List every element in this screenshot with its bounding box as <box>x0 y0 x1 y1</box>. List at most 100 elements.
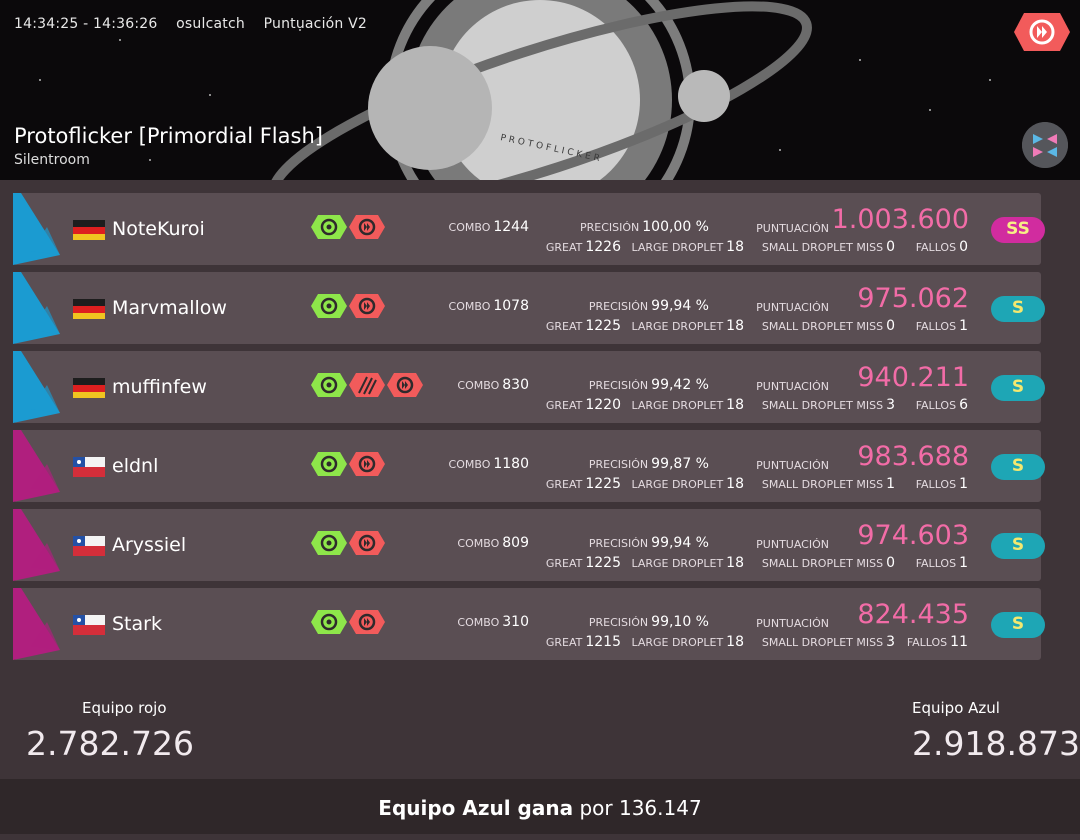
misses-stat-value: 1 <box>959 476 968 492</box>
player-row: NoteKuroi COMBO 1244 PRECISIÓN 100,00 % GREAT… <box>13 193 1045 265</box>
no-fail-mod-icon <box>311 294 347 318</box>
misses-stat: FALLOS 1 <box>916 476 968 492</box>
accuracy-stat: PRECISIÓN 99,10 % <box>589 614 709 630</box>
large-droplet-stat-value: 18 <box>726 239 744 255</box>
small-droplet-miss-stat: SMALL DROPLET MISS 0 <box>762 239 895 255</box>
score-label: PUNTUACIÓN <box>756 380 829 393</box>
no-fail-mod-icon <box>311 531 347 555</box>
great-stat: GREAT 1225 <box>546 318 621 334</box>
combo-stat-value: 809 <box>502 535 529 551</box>
score-label: PUNTUACIÓN <box>756 459 829 472</box>
small-droplet-miss-stat-label: SMALL DROPLET MISS <box>761 399 884 412</box>
no-fail-mod-icon <box>311 610 347 634</box>
score-label: PUNTUACIÓN <box>756 301 829 314</box>
great-stat-label: GREAT <box>545 557 583 570</box>
accuracy-stat: PRECISIÓN 99,94 % <box>589 535 709 551</box>
large-droplet-stat: LARGE DROPLET 18 <box>631 397 744 413</box>
chile-flag-icon <box>73 536 105 556</box>
germany-flag-icon <box>73 378 105 398</box>
combo-stat: COMBO 1244 <box>449 219 529 235</box>
small-droplet-miss-stat-value: 3 <box>886 634 895 650</box>
no-fail-mod-icon <box>311 452 347 476</box>
player-list: NoteKuroi COMBO 1244 PRECISIÓN 100,00 % GREAT… <box>13 193 1045 667</box>
map-artist: Silentroom <box>14 152 90 168</box>
beatmap-header: PROTOFLICKER 14:34:25 - 14:36:26 osulcat… <box>0 0 1080 180</box>
small-droplet-miss-stat: SMALL DROPLET MISS 0 <box>762 318 895 334</box>
accuracy-stat-value: 100,00 % <box>642 219 709 235</box>
misses-stat-label: FALLOS <box>915 399 957 412</box>
double-time-mod-icon <box>349 452 385 476</box>
combo-stat-value: 310 <box>502 614 529 630</box>
mod-list <box>311 610 385 634</box>
great-stat: GREAT 1220 <box>546 397 621 413</box>
mod-list <box>311 373 423 397</box>
combo-stat-label: COMBO <box>448 458 491 471</box>
score-label: PUNTUACIÓN <box>756 538 829 551</box>
accuracy-stat: PRECISIÓN 99,94 % <box>589 298 709 314</box>
great-stat-value: 1225 <box>585 555 621 571</box>
accuracy-stat: PRECISIÓN 99,42 % <box>589 377 709 393</box>
accuracy-stat-value: 99,42 % <box>651 377 709 393</box>
small-droplet-miss-stat: SMALL DROPLET MISS 1 <box>762 476 895 492</box>
small-droplet-miss-stat: SMALL DROPLET MISS 3 <box>762 397 895 413</box>
great-stat-label: GREAT <box>545 478 583 491</box>
accuracy-stat-value: 99,87 % <box>651 456 709 472</box>
small-droplet-miss-stat-label: SMALL DROPLET MISS <box>761 320 884 333</box>
small-droplet-miss-stat: SMALL DROPLET MISS 3 <box>762 634 895 650</box>
small-droplet-miss-stat-value: 1 <box>886 476 895 492</box>
large-droplet-stat: LARGE DROPLET 18 <box>631 555 744 571</box>
misses-stat-value: 1 <box>959 555 968 571</box>
red-team-label: Equipo rojo <box>82 699 167 717</box>
large-droplet-stat-label: LARGE DROPLET <box>631 636 724 649</box>
grade-text: SS <box>1006 219 1030 239</box>
score-label: PUNTUACIÓN <box>756 617 829 630</box>
combo-stat-label: COMBO <box>457 537 500 550</box>
player-name: NoteKuroi <box>112 218 205 240</box>
misses-stat: FALLOS 6 <box>916 397 968 413</box>
grade-badge: S <box>991 533 1045 559</box>
no-fail-mod-icon <box>311 215 347 239</box>
team-marker-icon <box>13 351 60 423</box>
grade-text: S <box>1011 535 1025 555</box>
double-time-mod-icon <box>349 294 385 318</box>
large-droplet-stat: LARGE DROPLET 18 <box>631 318 744 334</box>
double-time-mod-icon <box>349 531 385 555</box>
team-marker-icon <box>13 588 60 660</box>
accuracy-stat-value: 99,10 % <box>651 614 709 630</box>
large-droplet-stat-label: LARGE DROPLET <box>631 399 724 412</box>
score-value: 983.688 <box>857 441 969 472</box>
great-stat: GREAT 1215 <box>546 634 621 650</box>
combo-stat-value: 1244 <box>493 219 529 235</box>
great-stat: GREAT 1226 <box>546 239 621 255</box>
small-droplet-miss-stat-value: 0 <box>886 555 895 571</box>
misses-stat-value: 6 <box>959 397 968 413</box>
mapper-name: osulcatch <box>176 16 245 32</box>
catch-ruleset-icon <box>1022 122 1068 168</box>
accuracy-stat-value: 99,94 % <box>651 298 709 314</box>
result-by-text: por <box>579 796 613 820</box>
misses-stat: FALLOS 1 <box>916 555 968 571</box>
mod-list <box>311 452 385 476</box>
large-droplet-stat-label: LARGE DROPLET <box>631 478 724 491</box>
team-marker-icon <box>13 272 60 344</box>
small-droplet-miss-stat-value: 0 <box>886 318 895 334</box>
accuracy-stat-value: 99,94 % <box>651 535 709 551</box>
mod-list <box>311 531 385 555</box>
player-name: Aryssiel <box>112 534 187 556</box>
large-droplet-stat-label: LARGE DROPLET <box>631 241 724 254</box>
player-row: eldnl COMBO 1180 PRECISIÓN 99,87 % GREAT 1225 L… <box>13 430 1045 502</box>
hard-rock-mod-icon <box>349 373 385 397</box>
great-stat-value: 1215 <box>585 634 621 650</box>
accuracy-stat-label: PRECISIÓN <box>588 379 649 392</box>
score-value: 940.211 <box>857 362 969 393</box>
red-team-score: 2.782.726 <box>26 724 194 763</box>
great-stat: GREAT 1225 <box>546 555 621 571</box>
player-name: Stark <box>112 613 162 635</box>
combo-stat-value: 1078 <box>493 298 529 314</box>
player-name: Marvmallow <box>112 297 227 319</box>
misses-stat-label: FALLOS <box>906 636 948 649</box>
large-droplet-stat-label: LARGE DROPLET <box>631 320 724 333</box>
large-droplet-stat-value: 18 <box>726 397 744 413</box>
grade-badge: S <box>991 454 1045 480</box>
mod-list <box>311 215 385 239</box>
